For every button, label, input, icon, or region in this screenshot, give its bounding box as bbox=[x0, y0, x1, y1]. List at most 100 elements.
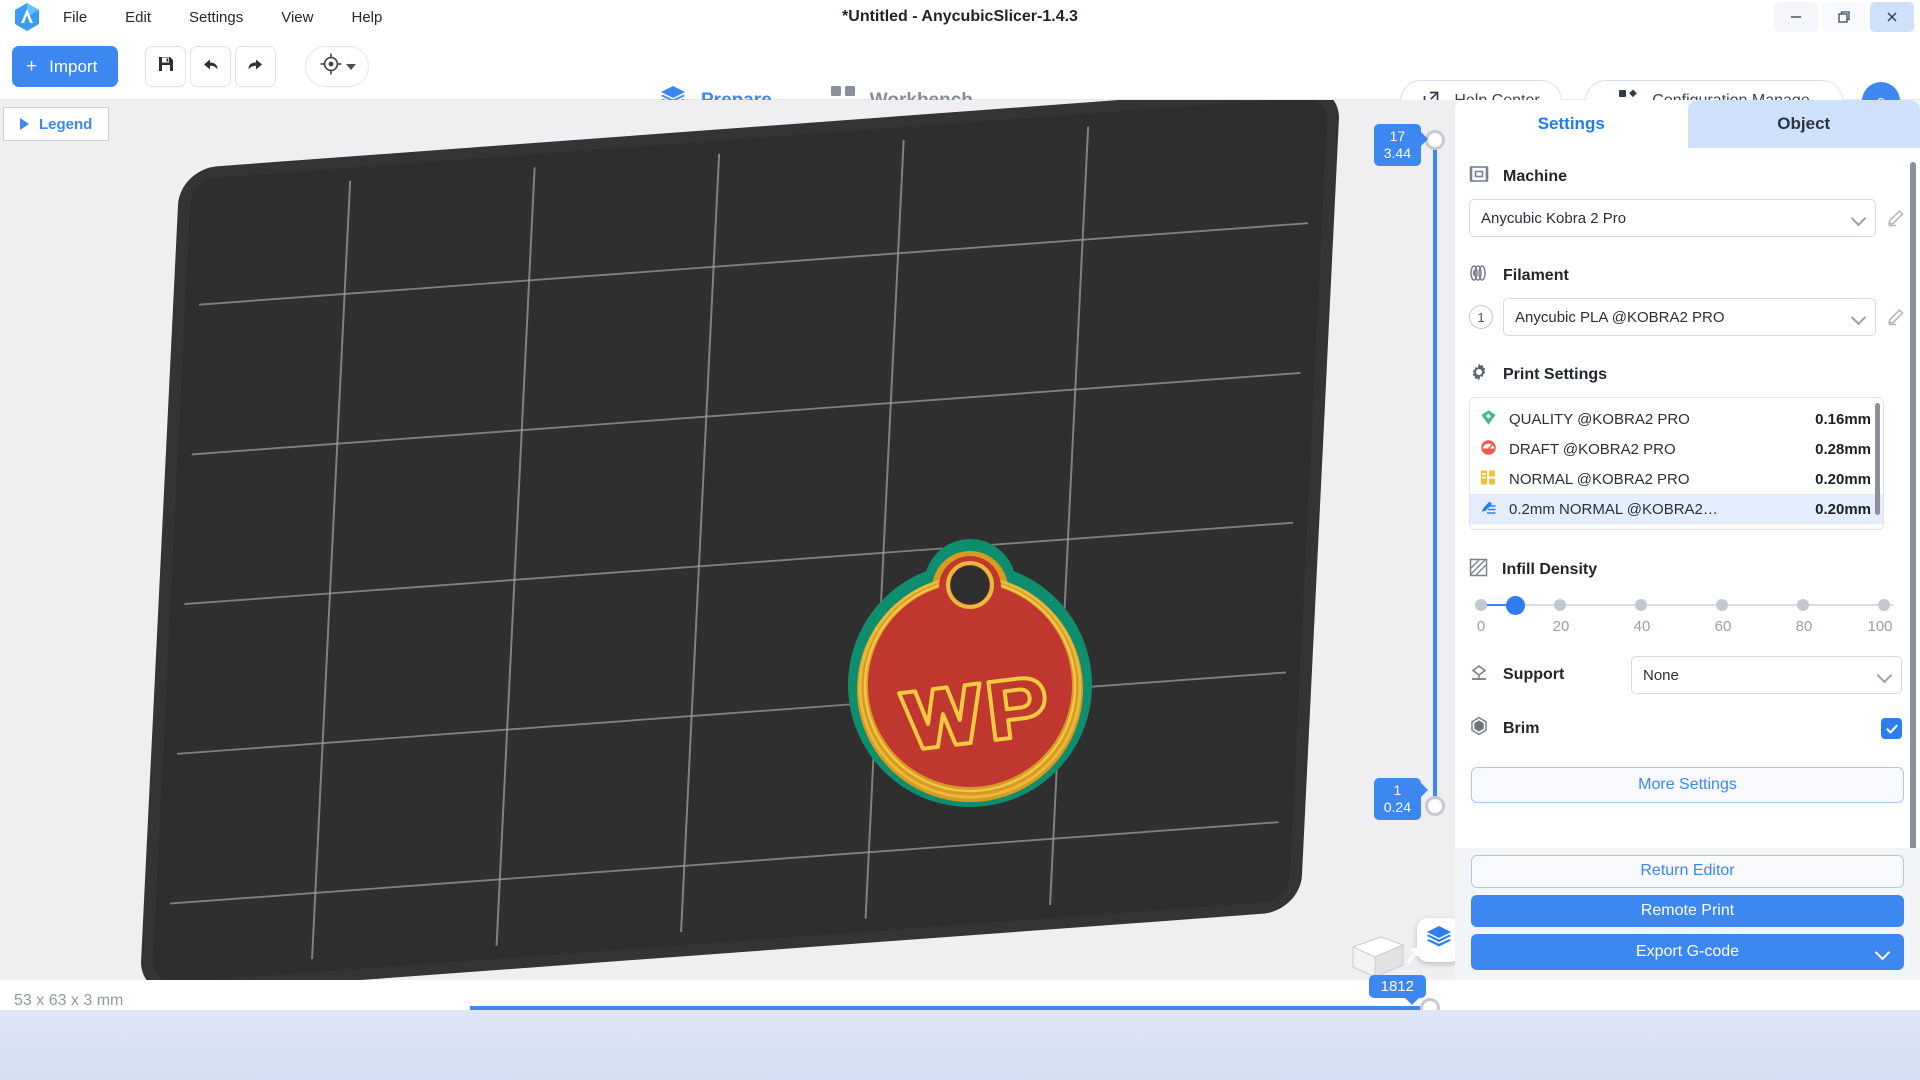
undo-button[interactable] bbox=[190, 46, 231, 87]
support-label: Support bbox=[1503, 666, 1565, 683]
save-button[interactable] bbox=[145, 46, 186, 87]
chevron-down-icon[interactable] bbox=[1874, 944, 1891, 961]
layers-icon bbox=[1425, 925, 1453, 956]
grid-line bbox=[184, 521, 1294, 606]
chevron-down-icon bbox=[1850, 210, 1867, 227]
minimize-button[interactable] bbox=[1774, 2, 1818, 32]
brim-checkbox[interactable] bbox=[1881, 718, 1902, 739]
print-setting-row-quality[interactable]: QUALITY @KOBRA2 PRO 0.16mm bbox=[1470, 404, 1883, 434]
infill-density-section-header: Infill Density bbox=[1469, 558, 1920, 582]
printer-icon bbox=[1469, 164, 1489, 189]
infill-tick-dot[interactable] bbox=[1797, 599, 1809, 611]
import-button[interactable]: + Import bbox=[12, 46, 119, 87]
filament-select[interactable]: Anycubic PLA @KOBRA2 PRO bbox=[1503, 298, 1876, 336]
gear-icon bbox=[1469, 362, 1489, 387]
machine-select[interactable]: Anycubic Kobra 2 Pro bbox=[1469, 199, 1876, 237]
tab-object[interactable]: Object bbox=[1687, 100, 1920, 148]
application-window: File Edit Settings View Help *Untitled -… bbox=[0, 0, 1920, 1080]
export-gcode-button[interactable]: Export G-code bbox=[1471, 934, 1904, 970]
grid-line bbox=[198, 222, 1309, 306]
move-slider-tooltip: 1812 bbox=[1368, 975, 1426, 1005]
infill-tick-label: 0 bbox=[1476, 618, 1486, 635]
settings-scrollbar[interactable] bbox=[1910, 162, 1916, 848]
remote-print-button[interactable]: Remote Print bbox=[1471, 894, 1904, 927]
print-setting-row-custom[interactable]: 0.2mm NORMAL @KOBRA2… 0.20mm bbox=[1470, 494, 1883, 524]
arrange-button[interactable] bbox=[305, 46, 369, 87]
save-icon bbox=[156, 54, 176, 79]
infill-slider-track bbox=[1481, 604, 1894, 606]
layer-slider-upper-handle[interactable] bbox=[1425, 130, 1445, 150]
infill-tick-dot[interactable] bbox=[1878, 599, 1890, 611]
menu-edit[interactable]: Edit bbox=[120, 6, 156, 29]
export-gcode-label: Export G-code bbox=[1635, 943, 1740, 960]
chevron-down-icon bbox=[345, 63, 356, 70]
print-setting-name: NORMAL @KOBRA2 PRO bbox=[1509, 470, 1690, 488]
print-settings-list[interactable]: QUALITY @KOBRA2 PRO 0.16mm DRAFT @KOBRA2… bbox=[1469, 397, 1884, 530]
custom-edit-icon bbox=[1480, 499, 1497, 520]
menu-view[interactable]: View bbox=[276, 6, 318, 29]
tab-object-label: Object bbox=[1777, 114, 1831, 133]
layer-lower-number: 1 bbox=[1393, 782, 1402, 798]
infill-tick-label: 40 bbox=[1633, 618, 1651, 635]
menu-bar: File Edit Settings View Help bbox=[58, 0, 387, 34]
right-panel-footer: Return Editor Remote Print Export G-code bbox=[1455, 848, 1920, 980]
maximize-button[interactable] bbox=[1822, 2, 1866, 32]
machine-select-value: Anycubic Kobra 2 Pro bbox=[1481, 209, 1627, 227]
build-plate-surface bbox=[166, 109, 1314, 971]
infill-tick-dot[interactable] bbox=[1554, 599, 1566, 611]
menu-file[interactable]: File bbox=[58, 6, 92, 29]
right-panel-tabs: Settings Object bbox=[1455, 100, 1920, 148]
print-setting-row-normal[interactable]: NORMAL @KOBRA2 PRO 0.20mm bbox=[1470, 464, 1883, 494]
menu-settings[interactable]: Settings bbox=[184, 6, 248, 29]
print-settings-scrollbar[interactable] bbox=[1875, 403, 1880, 515]
machine-edit-pencil-icon[interactable] bbox=[1886, 208, 1906, 228]
remote-print-label: Remote Print bbox=[1640, 901, 1735, 919]
filament-spool-icon bbox=[1469, 263, 1489, 288]
more-settings-button[interactable]: More Settings bbox=[1471, 767, 1904, 803]
filament-edit-pencil-icon[interactable] bbox=[1886, 307, 1906, 327]
tab-settings[interactable]: Settings bbox=[1455, 100, 1688, 148]
layer-upper-number: 17 bbox=[1389, 128, 1406, 144]
chevron-down-icon bbox=[1850, 309, 1867, 326]
settings-scroll-area[interactable]: Machine Anycubic Kobra 2 Pro Filament 1 … bbox=[1455, 148, 1920, 848]
infill-tick-label: 100 bbox=[1867, 618, 1893, 635]
infill-tick-dot[interactable] bbox=[1475, 599, 1487, 611]
brim-icon bbox=[1469, 716, 1489, 741]
infill-tick-dot[interactable] bbox=[1716, 599, 1728, 611]
infill-density-slider[interactable]: 0 20 40 60 80 100 bbox=[1473, 592, 1902, 638]
layer-slider-upper-tooltip: 17 3.44 bbox=[1373, 124, 1429, 166]
print-setting-name: QUALITY @KOBRA2 PRO bbox=[1509, 410, 1690, 428]
menu-help[interactable]: Help bbox=[346, 6, 387, 29]
print-setting-row-draft[interactable]: DRAFT @KOBRA2 PRO 0.28mm bbox=[1470, 434, 1883, 464]
print-setting-name: DRAFT @KOBRA2 PRO bbox=[1509, 440, 1676, 458]
grid-line bbox=[311, 180, 352, 960]
3d-viewport[interactable]: Legend bbox=[0, 100, 1455, 980]
redo-button[interactable] bbox=[235, 46, 276, 87]
diamond-icon bbox=[1480, 409, 1497, 430]
infill-tick-label: 80 bbox=[1795, 618, 1813, 635]
more-settings-label: More Settings bbox=[1638, 776, 1737, 793]
import-button-label: Import bbox=[49, 56, 98, 76]
return-editor-button[interactable]: Return Editor bbox=[1471, 855, 1904, 888]
layer-slider[interactable]: 17 3.44 1 0.24 bbox=[1373, 124, 1455, 820]
infill-density-heading: Infill Density bbox=[1502, 561, 1598, 578]
infill-tick-dot[interactable] bbox=[1635, 599, 1647, 611]
main-toolbar: + Import bbox=[0, 34, 1920, 134]
machine-section-header: Machine bbox=[1469, 164, 1920, 189]
layer-slider-lower-handle[interactable] bbox=[1425, 796, 1445, 816]
grid-line bbox=[169, 821, 1279, 905]
support-select-value: None bbox=[1643, 666, 1679, 684]
machine-heading: Machine bbox=[1503, 167, 1568, 185]
infill-slider-thumb[interactable] bbox=[1506, 596, 1525, 615]
sliced-model[interactable] bbox=[820, 515, 1120, 810]
layer-upper-height: 3.44 bbox=[1383, 145, 1411, 161]
support-select[interactable]: None bbox=[1631, 656, 1902, 694]
model-dimensions-label: 53 x 63 x 3 mm bbox=[14, 992, 124, 1009]
print-setting-value: 0.20mm bbox=[1815, 500, 1871, 518]
close-button[interactable] bbox=[1870, 2, 1914, 32]
legend-button[interactable]: Legend bbox=[3, 107, 110, 141]
filament-select-value: Anycubic PLA @KOBRA2 PRO bbox=[1515, 308, 1725, 326]
layer-slider-track[interactable] bbox=[1433, 136, 1437, 810]
brim-label: Brim bbox=[1503, 719, 1540, 737]
filament-index: 1 bbox=[1469, 305, 1493, 329]
